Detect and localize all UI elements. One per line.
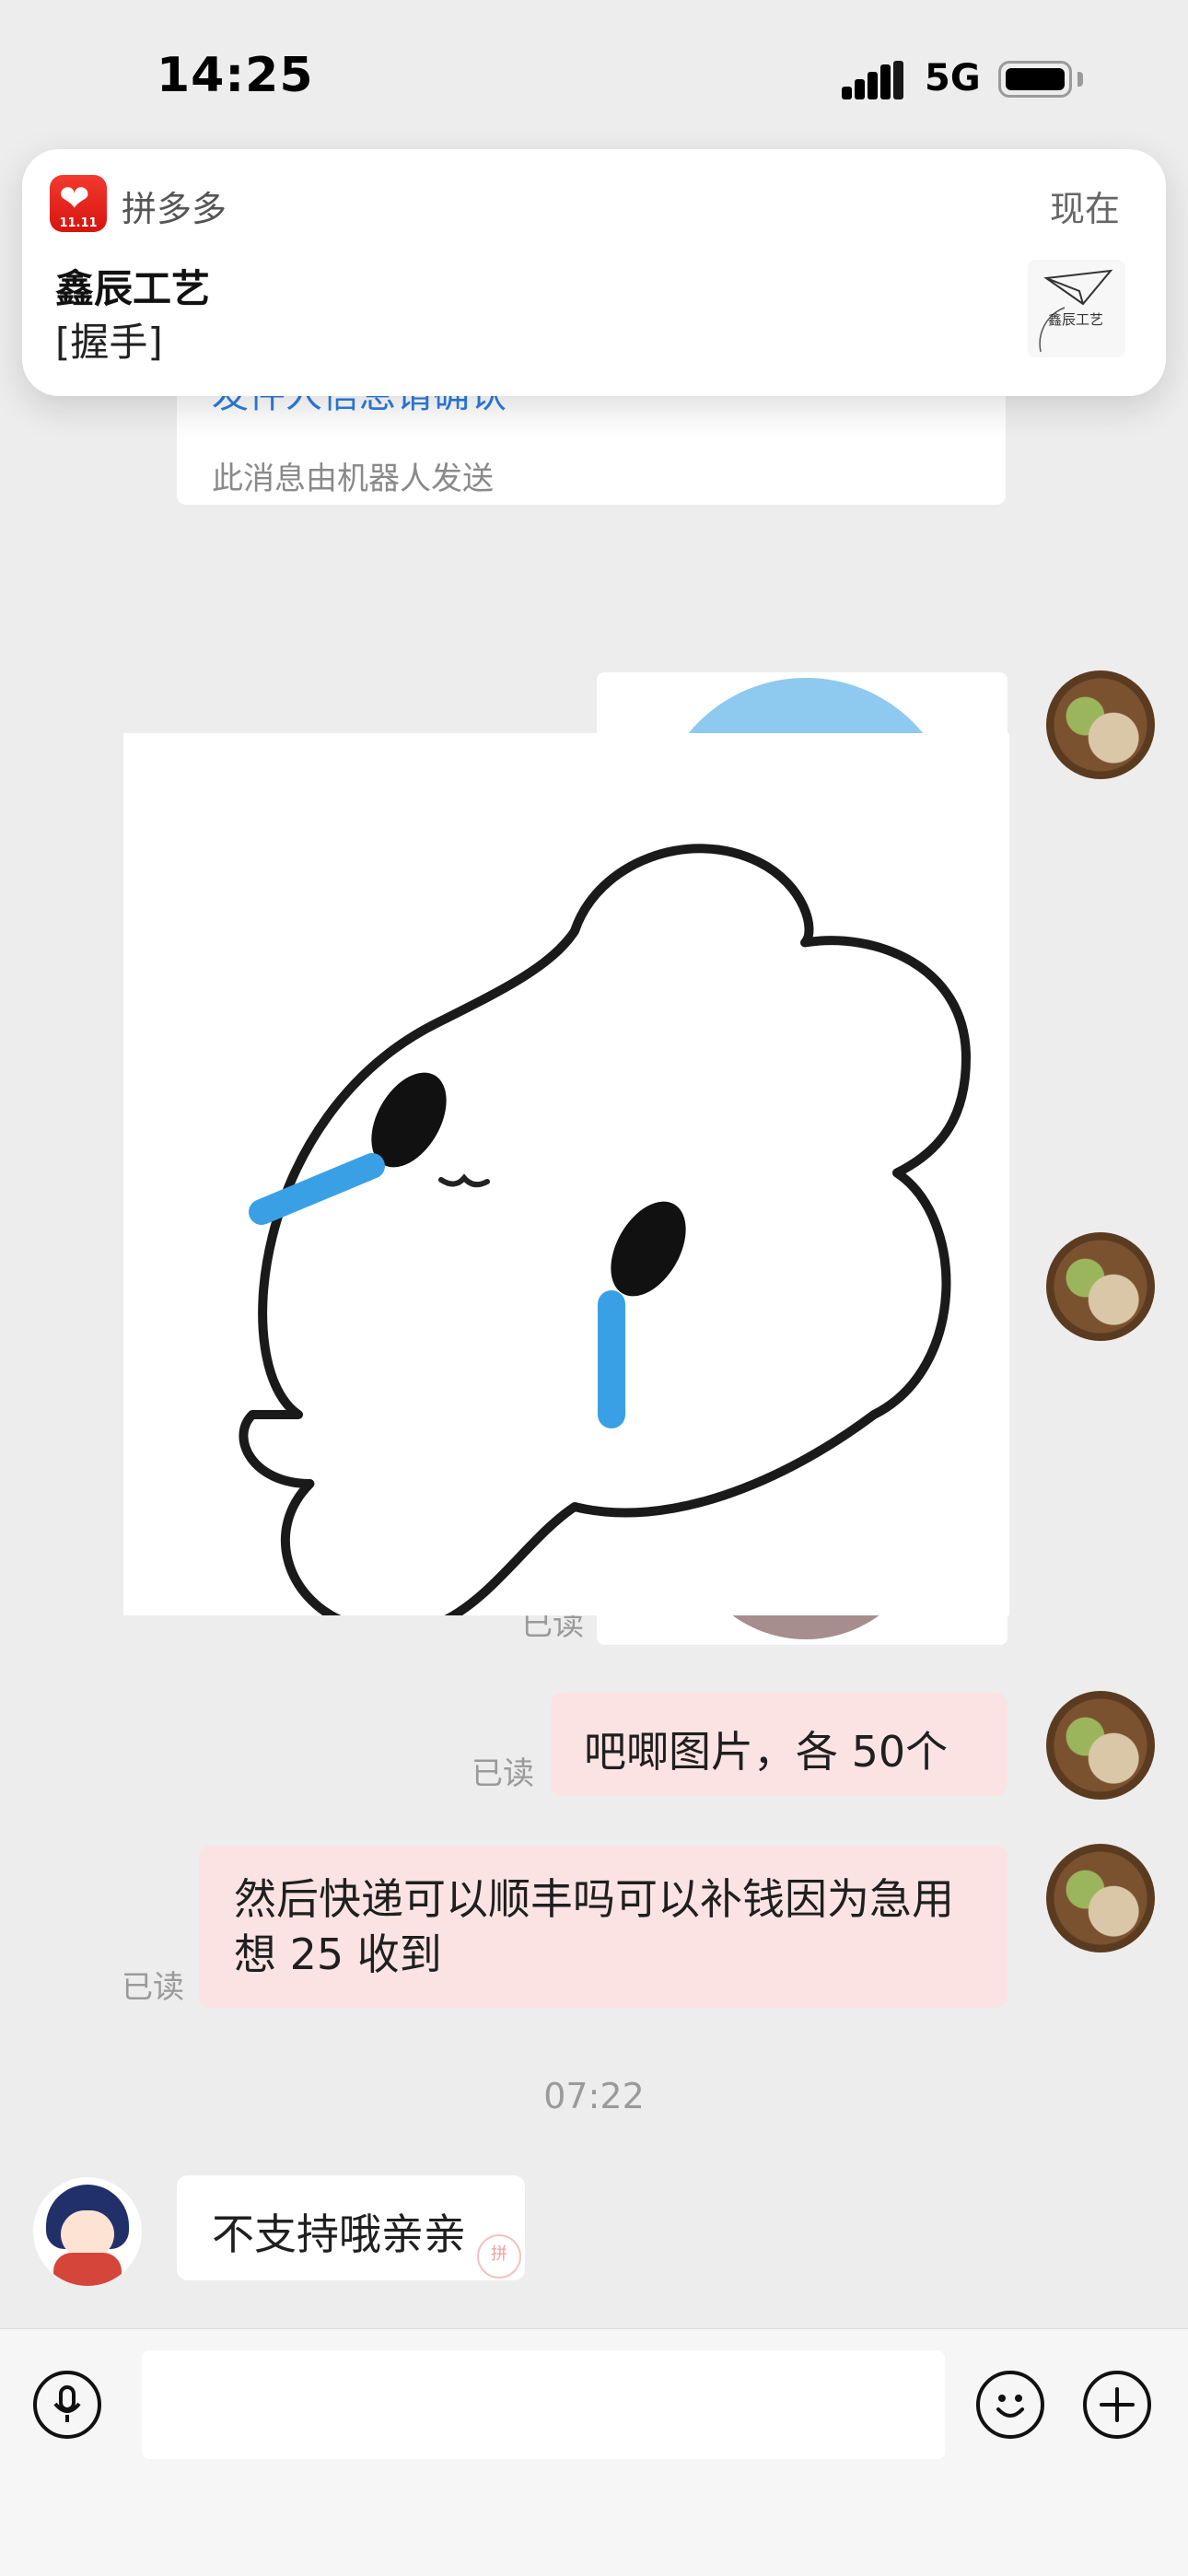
microphone-icon [53,2385,81,2422]
emoji-button[interactable] [976,2371,1044,2439]
plus-icon [1100,2387,1135,2422]
crying-bunny-sticker[interactable] [123,733,1009,1638]
battery-cap [1077,72,1083,87]
status-time: 14:25 [157,48,314,103]
message-text: 不支持哦亲亲 [212,2209,466,2259]
chat-timestamp: 07:22 [543,2076,645,2116]
pinduoduo-stamp-icon: 拼 [477,2234,521,2279]
notification-body: [握手] [55,320,163,365]
notification-time: 现在 [1049,189,1120,229]
pinduoduo-app-icon: ❤ 11.11 [50,175,107,232]
read-receipt: 已读 [122,1969,184,2006]
outgoing-message[interactable]: 吧唧图片，各 50个 [551,1693,1007,1796]
network-type: 5G [925,57,981,99]
robot-card-note: 此消息由机器人发送 [212,460,494,497]
message-text: 然后快递可以顺丰吗可以补钱因为急用想 25 收到 [234,1874,954,1979]
my-avatar[interactable] [1046,1844,1155,1952]
battery-icon [998,61,1072,98]
incoming-message[interactable]: 不支持哦亲亲 拼 [177,2175,525,2280]
my-avatar[interactable] [1046,1232,1155,1341]
smiley-icon [996,2395,1024,2418]
signal-icon [842,61,904,99]
message-input[interactable] [142,2350,945,2459]
shop-avatar[interactable] [33,2177,142,2286]
outgoing-message[interactable]: 然后快递可以顺丰吗可以补钱因为急用想 25 收到 [199,1846,1007,2008]
message-text: 吧唧图片，各 50个 [584,1727,949,1777]
voice-button[interactable] [33,2371,101,2439]
notification-app-name: 拼多多 [122,189,227,229]
more-button[interactable] [1083,2371,1151,2439]
my-avatar[interactable] [1046,1691,1155,1800]
notification-banner[interactable]: ❤ 11.11 拼多多 现在 鑫辰工艺 [握手] 鑫辰工艺 [22,149,1166,396]
notification-thumbnail: 鑫辰工艺 [1028,260,1125,357]
my-avatar[interactable] [1046,670,1155,779]
notification-title: 鑫辰工艺 [55,266,211,311]
read-receipt: 已读 [472,1755,534,1792]
